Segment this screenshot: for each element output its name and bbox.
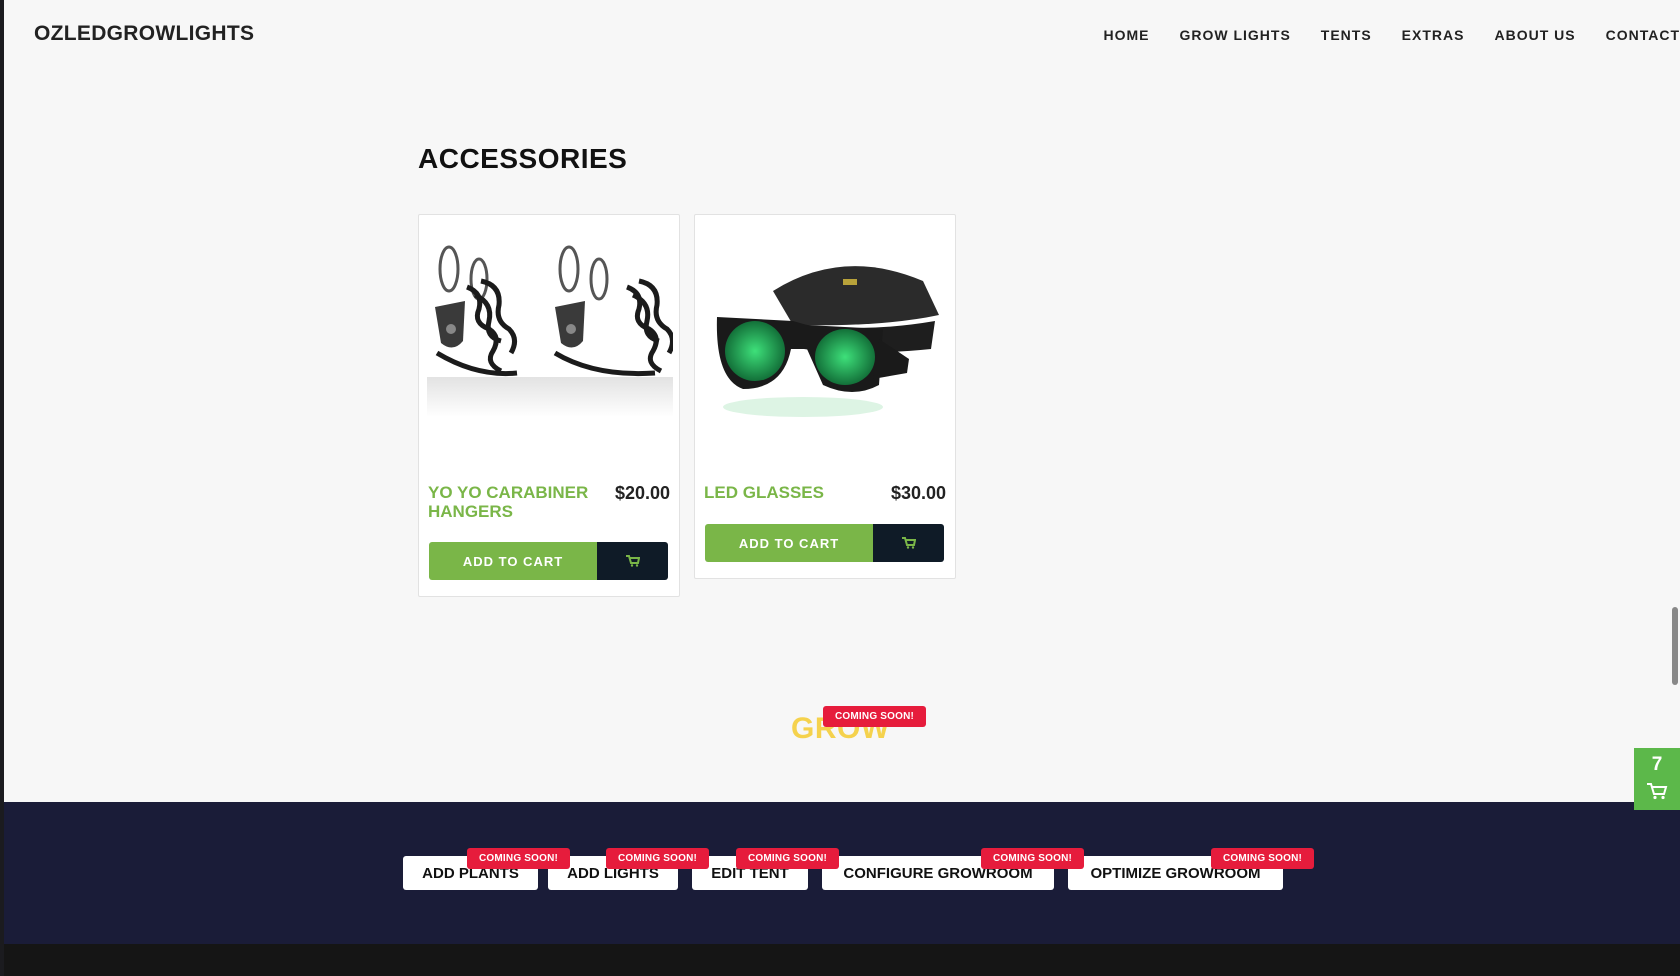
cart-icon	[1647, 783, 1668, 800]
section-title: ACCESSORIES	[418, 143, 628, 174]
bottom-bar	[4, 944, 1680, 976]
add-to-cart-button[interactable]: ADD TO CART	[705, 524, 944, 562]
nav-home[interactable]: HOME	[1103, 27, 1149, 43]
site-logo[interactable]: OZLEDGROWLIGHTS	[34, 22, 254, 46]
page-scrollbar[interactable]	[1672, 607, 1678, 685]
product-price: $20.00	[614, 483, 670, 503]
coming-soon-badge: COMING SOON!	[467, 848, 571, 869]
cart-icon	[597, 542, 668, 580]
nav-extras[interactable]: EXTRAS	[1402, 27, 1465, 43]
nav-contact[interactable]: CONTACT	[1606, 27, 1680, 43]
coming-soon-badge: COMING SOON!	[823, 706, 927, 727]
product-card-yoyo: YO YO CARABINER HANGERS $20.00 ADD TO CA…	[418, 214, 680, 597]
coming-soon-badge: COMING SOON!	[736, 848, 840, 869]
page: OZLEDGROWLIGHTS HOME GROW LIGHTS TENTS E…	[4, 0, 1680, 976]
product-name[interactable]: LED GLASSES	[704, 483, 874, 502]
led-glasses-image[interactable]	[703, 229, 949, 433]
cart-count: 7	[1651, 754, 1663, 775]
nav-tents[interactable]: TENTS	[1321, 27, 1372, 43]
main-nav: HOME GROW LIGHTS TENTS EXTRAS ABOUT US C…	[1073, 27, 1680, 43]
nav-grow-lights[interactable]: GROW LIGHTS	[1179, 27, 1290, 43]
product-price: $30.00	[890, 483, 946, 503]
nav-about-us[interactable]: ABOUT US	[1494, 27, 1575, 43]
floating-cart-widget[interactable]: 7	[1634, 748, 1680, 810]
product-name[interactable]: YO YO CARABINER HANGERS	[428, 483, 598, 521]
cart-icon	[873, 524, 944, 562]
add-to-cart-label: ADD TO CART	[429, 542, 597, 580]
product-card-glasses: LED GLASSES $30.00 ADD TO CART	[694, 214, 956, 579]
coming-soon-badge: COMING SOON!	[606, 848, 710, 869]
add-to-cart-button[interactable]: ADD TO CART	[429, 542, 668, 580]
coming-soon-badge: COMING SOON!	[1211, 848, 1315, 869]
yoyo-hanger-image[interactable]	[427, 229, 673, 433]
add-to-cart-label: ADD TO CART	[705, 524, 873, 562]
coming-soon-badge: COMING SOON!	[981, 848, 1085, 869]
